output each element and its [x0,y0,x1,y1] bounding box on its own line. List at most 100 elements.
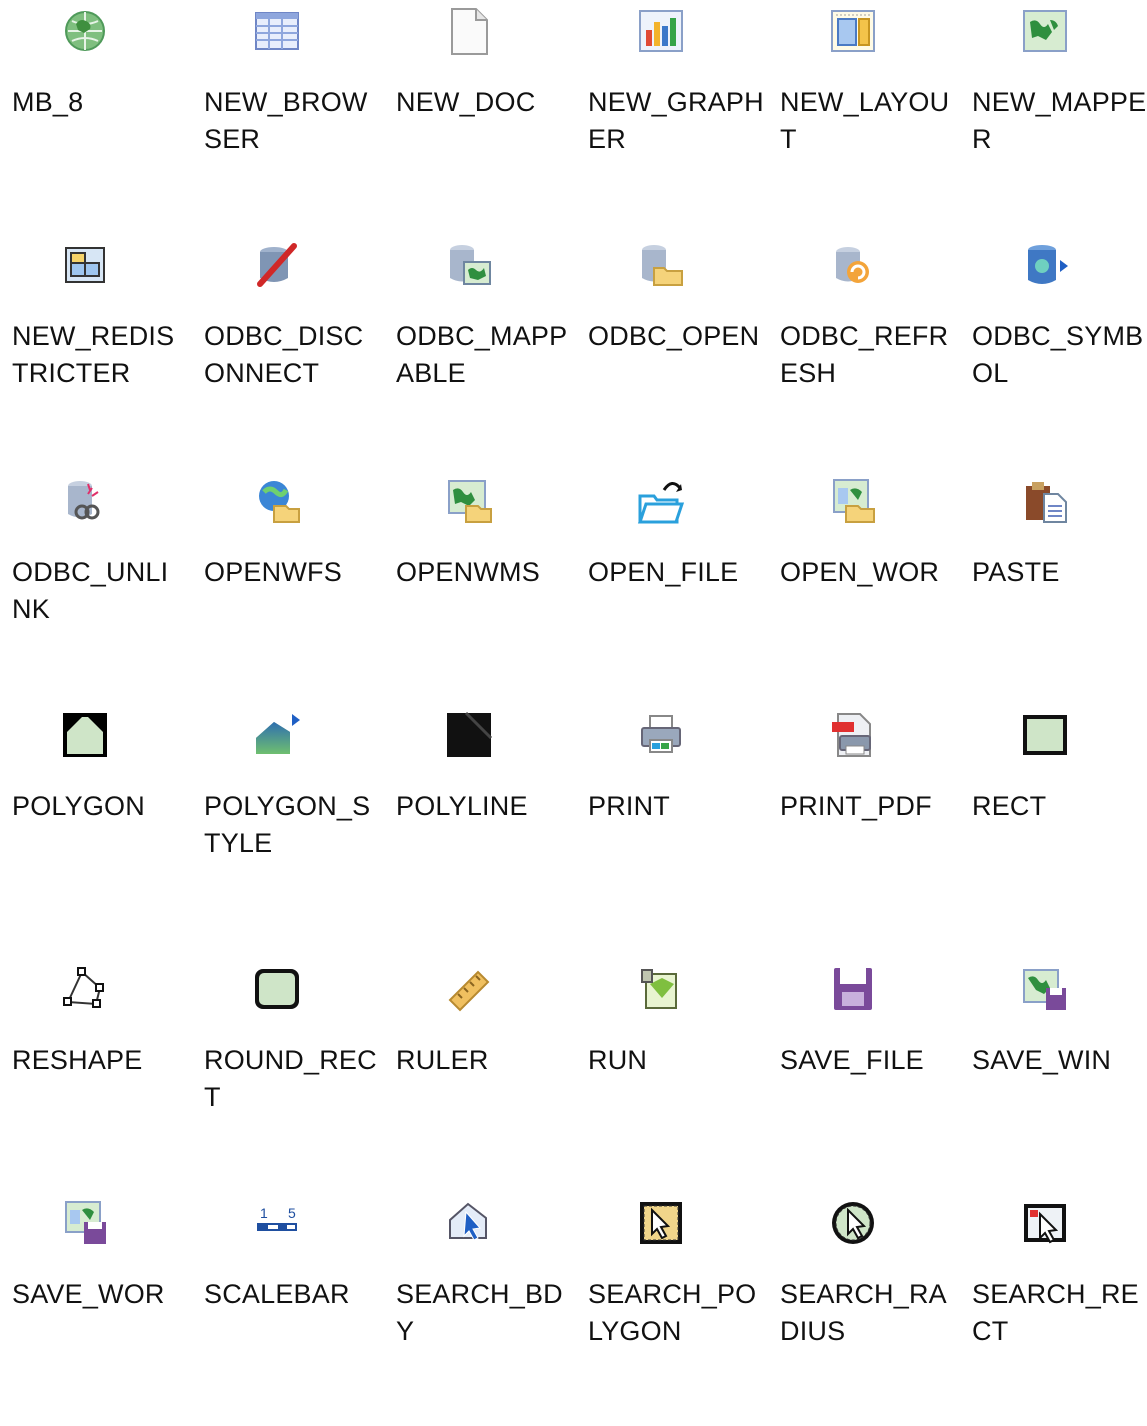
icon-tile[interactable]: ODBC_UNLINK [0,470,192,704]
icon-label: MB_8 [12,87,84,117]
icon-tile[interactable]: ODBC_REFRESH [768,234,960,468]
icon-tile[interactable]: OPEN_FILE [576,470,768,704]
icon-tile[interactable]: NEW_DOC [384,0,576,234]
icon-label: OPEN_WOR [780,557,940,587]
icon-label: PASTE [972,557,1060,587]
icon-label: RESHAPE [12,1045,143,1075]
database-refresh-icon [828,240,878,290]
polygon-icon [60,710,110,760]
icon-label: SEARCH_RECT [972,1279,1139,1346]
icon-label: NEW_DOC [396,87,536,117]
icon-tile[interactable]: NEW_LAYOUT [768,0,960,234]
polygon-style-icon [252,710,302,760]
search-boundary-icon [444,1198,494,1248]
icon-tile[interactable]: PRINT [576,704,768,938]
icon-label: SAVE_WOR [12,1279,165,1309]
ruler-icon [444,964,494,1014]
layout-icon [828,6,878,56]
open-folder-arrow-icon [636,476,686,526]
icon-label: RULER [396,1045,489,1075]
blank-document-icon [444,6,494,56]
icon-label: SEARCH_BDY [396,1279,563,1346]
icon-tile[interactable]: SEARCH_BDY [384,1192,576,1426]
icon-label: ODBC_MAPPABLE [396,321,568,388]
icon-tile[interactable]: SEARCH_RADIUS [768,1192,960,1426]
workspace-open-icon [828,476,878,526]
database-unlink-icon [60,476,110,526]
icon-tile[interactable]: NEW_BROWSER [192,0,384,234]
icon-tile[interactable]: MB_8 [0,0,192,234]
search-rectangle-icon [1020,1198,1070,1248]
icon-tile[interactable]: SAVE_FILE [768,958,960,1192]
icon-tile[interactable]: RESHAPE [0,958,192,1192]
icon-tile[interactable]: POLYGON_STYLE [192,704,384,938]
search-radius-icon [828,1198,878,1248]
map-window-icon [1020,6,1070,56]
table-browser-icon [252,6,302,56]
icon-label: SAVE_WIN [972,1045,1112,1075]
icon-tile[interactable]: NEW_REDISTRICTER [0,234,192,468]
icon-label: RECT [972,791,1047,821]
icon-label: ODBC_OPEN [588,321,760,351]
icon-tile[interactable]: ODBC_MAPPABLE [384,234,576,468]
icon-label: SCALEBAR [204,1279,350,1309]
icon-tile[interactable]: NEW_GRAPHER [576,0,768,234]
icon-tile[interactable]: ROUND_RECT [192,958,384,1192]
database-disconnect-icon [252,240,302,290]
icon-tile[interactable]: SEARCH_POLYGON [576,1192,768,1426]
icon-label: OPENWFS [204,557,342,587]
icon-tile[interactable]: PASTE [960,470,1147,704]
icon-tile[interactable]: RULER [384,958,576,1192]
printer-icon [636,710,686,760]
polyline-icon [444,710,494,760]
icon-label: NEW_BROWSER [204,87,368,154]
scalebar-icon: 15 [252,1198,302,1248]
icon-tile[interactable]: ODBC_SYMBOL [960,234,1147,468]
icon-label: NEW_REDISTRICTER [12,321,175,388]
icon-tile[interactable]: NEW_MAPPER [960,0,1147,234]
icon-label: OPEN_FILE [588,557,739,587]
map-folder-icon [444,476,494,526]
icon-tile[interactable]: ODBC_OPEN [576,234,768,468]
icon-tile[interactable]: PRINT_PDF [768,704,960,938]
globe-folder-icon [252,476,302,526]
save-workspace-icon [60,1198,110,1248]
icon-tile[interactable]: POLYLINE [384,704,576,938]
icon-tile[interactable]: SAVE_WOR [0,1192,192,1426]
icon-label: OPENWMS [396,557,540,587]
icon-tile[interactable]: SAVE_WIN [960,958,1147,1192]
icon-label: PRINT [588,791,670,821]
icon-label: ODBC_REFRESH [780,321,949,388]
icon-tile[interactable]: SEARCH_RECT [960,1192,1147,1426]
icon-tile[interactable]: OPENWMS [384,470,576,704]
icon-label: ODBC_SYMBOL [972,321,1144,388]
icon-label: POLYGON [12,791,145,821]
icon-tile[interactable]: RUN [576,958,768,1192]
icon-label: SAVE_FILE [780,1045,924,1075]
rectangle-icon [1020,710,1070,760]
icon-tile[interactable]: OPENWFS [192,470,384,704]
icon-tile[interactable]: RECT [960,704,1147,938]
search-polygon-icon [636,1198,686,1248]
icon-tile[interactable]: ODBC_DISCONNECT [192,234,384,468]
globe-icon [60,6,110,56]
clipboard-paste-icon [1020,476,1070,526]
icon-label: NEW_GRAPHER [588,87,764,154]
icon-label: POLYGON_STYLE [204,791,371,858]
icon-label: NEW_LAYOUT [780,87,950,154]
icon-tile[interactable]: 1 5 SCALEBAR [192,1192,384,1426]
bar-graph-icon [636,6,686,56]
database-open-folder-icon [636,240,686,290]
save-window-icon [1020,964,1070,1014]
database-map-icon [444,240,494,290]
icon-label: ROUND_RECT [204,1045,377,1112]
icon-label: POLYLINE [396,791,528,821]
svg-text:5: 5 [288,1205,296,1221]
icon-label: SEARCH_RADIUS [780,1279,947,1346]
printer-pdf-icon [828,710,878,760]
icon-tile[interactable]: OPEN_WOR [768,470,960,704]
redistricter-icon [60,240,110,290]
svg-text:1: 1 [260,1205,268,1221]
icon-tile[interactable]: POLYGON [0,704,192,938]
icon-label: NEW_MAPPER [972,87,1147,154]
